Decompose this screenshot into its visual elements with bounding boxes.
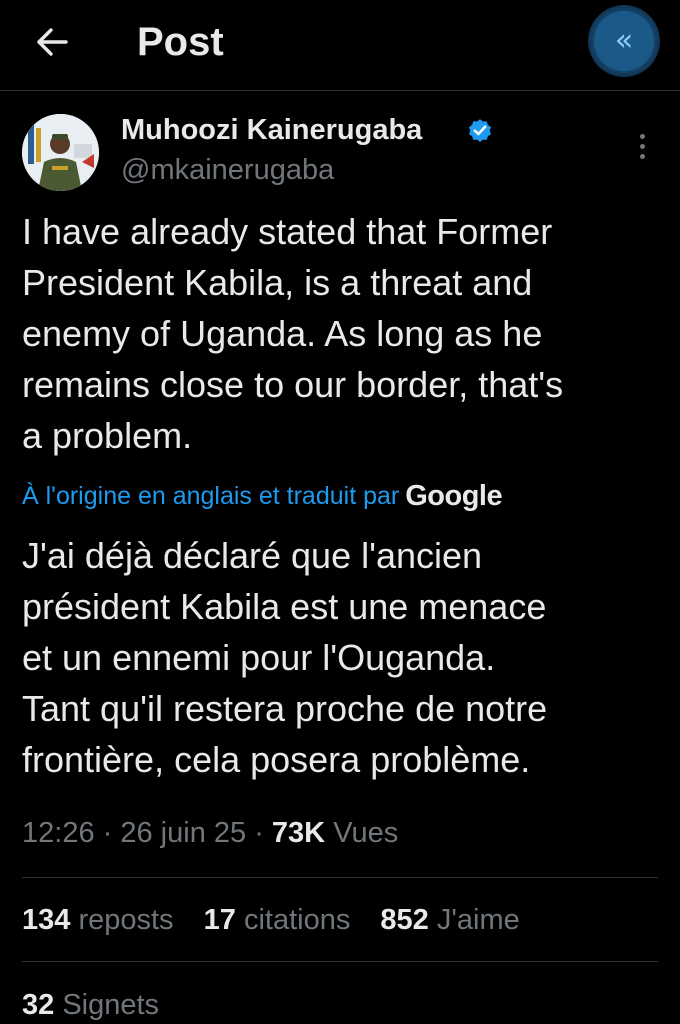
- views-label: Vues: [333, 817, 399, 849]
- post-text-line: enemy of Uganda. As long as he: [22, 313, 543, 354]
- likes-stat[interactable]: 852 J'aime: [380, 900, 519, 940]
- arrow-left-icon: [37, 28, 68, 56]
- more-dot-icon: [639, 143, 645, 149]
- more-options-button[interactable]: [628, 128, 656, 164]
- header-divider: [0, 90, 680, 91]
- page-title: Post: [137, 20, 224, 64]
- avatar-image: [22, 114, 99, 191]
- post-text: I have already stated that Former Presid…: [22, 206, 662, 461]
- meta-divider: [22, 877, 658, 878]
- quotes-count: 17: [203, 904, 236, 936]
- back-button[interactable]: [28, 18, 76, 66]
- post-page: Post « Muhoozi Kainerugaba @mkainerugaba…: [0, 0, 680, 1024]
- translated-text-line: et un ennemi pour l'Ouganda.: [22, 637, 496, 678]
- avatar[interactable]: [22, 114, 99, 191]
- more-dot-icon: [639, 133, 645, 139]
- post-text-line: President Kabila, is a threat and: [22, 262, 533, 303]
- translated-text: J'ai déjà déclaré que l'ancien président…: [22, 530, 662, 785]
- views-count[interactable]: 73K: [272, 817, 325, 849]
- translated-text-line: J'ai déjà déclaré que l'ancien: [22, 535, 483, 576]
- post-time[interactable]: 12:26: [22, 817, 95, 849]
- more-dot-icon: [639, 153, 645, 159]
- post-date[interactable]: 26 juin 25: [120, 817, 246, 849]
- verified-badge-icon: [469, 119, 491, 142]
- translated-text-line: président Kabila est une menace: [22, 586, 547, 627]
- meta-separator: ·: [254, 817, 272, 849]
- post-text-line: remains close to our border, that's: [22, 364, 564, 405]
- quotes-label: citations: [243, 904, 351, 936]
- translation-notice: À l'origine en anglais et traduit par Go…: [22, 476, 503, 516]
- post-text-line: a problem.: [22, 415, 193, 456]
- bookmarks-stat[interactable]: 32 Signets: [22, 985, 159, 1024]
- reposts-stat[interactable]: 134 reposts: [22, 900, 174, 940]
- reposts-label: reposts: [78, 904, 174, 936]
- quotes-stat[interactable]: 17 citations: [204, 900, 351, 940]
- reposts-count: 134: [22, 904, 71, 936]
- likes-count: 852: [380, 904, 429, 936]
- bookmarks-label: Signets: [62, 989, 160, 1021]
- engagement-stats: 134 reposts 17 citations 852 J'aime: [22, 900, 542, 940]
- post-text-line: I have already stated that Former: [22, 211, 553, 252]
- post-meta: 12:26 · 26 juin 25 · 73K Vues: [22, 813, 398, 853]
- translated-text-line: frontière, cela posera problème.: [22, 739, 531, 780]
- likes-label: J'aime: [436, 904, 520, 936]
- bookmarks-count: 32: [22, 989, 55, 1021]
- author-handle[interactable]: @mkainerugaba: [121, 152, 334, 188]
- collapse-button[interactable]: «: [588, 5, 660, 77]
- translated-text-line: Tant qu'il restera proche de notre: [22, 688, 548, 729]
- top-bar: Post «: [0, 0, 680, 88]
- stats-divider: [22, 961, 658, 962]
- author-name[interactable]: Muhoozi Kainerugaba: [121, 112, 422, 148]
- meta-separator: ·: [102, 817, 121, 849]
- chevrons-left-icon: «: [594, 11, 654, 71]
- translation-link[interactable]: À l'origine en anglais et traduit par: [22, 482, 399, 511]
- google-logo: Google: [405, 479, 503, 512]
